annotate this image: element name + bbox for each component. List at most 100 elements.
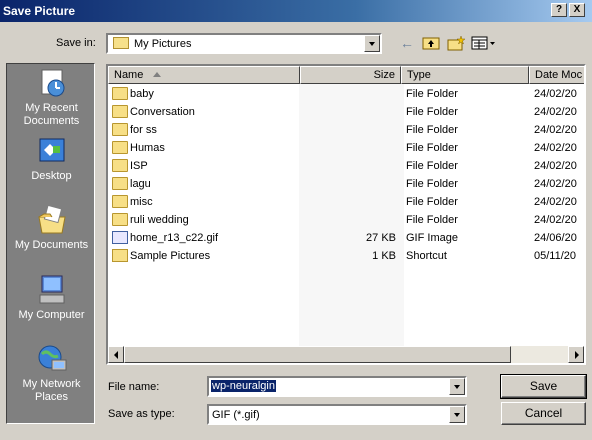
file-date-cell: 24/06/20 xyxy=(534,232,577,244)
back-arrow-icon[interactable]: ← xyxy=(397,35,417,51)
place-my-network-places[interactable]: My Network Places xyxy=(7,344,96,404)
file-name-cell: baby xyxy=(130,88,154,100)
file-date-cell: 24/02/20 xyxy=(534,124,577,136)
my-documents-icon xyxy=(36,204,68,235)
file-row[interactable]: Humas File Folder 24/02/20 xyxy=(108,139,584,157)
place-label: Desktop xyxy=(31,170,72,182)
horizontal-scrollbar[interactable] xyxy=(108,346,584,363)
file-size-cell: 1 KB xyxy=(372,250,396,262)
recent-documents-icon xyxy=(36,68,68,98)
file-date-cell: 24/02/20 xyxy=(534,196,577,208)
file-name-cell: for ss xyxy=(130,124,157,136)
my-pictures-folder-icon xyxy=(113,37,129,49)
file-type-cell: File Folder xyxy=(406,160,458,172)
up-folder-icon[interactable] xyxy=(421,35,441,51)
file-name-cell: misc xyxy=(130,196,153,208)
scrollbar-thumb[interactable] xyxy=(124,346,511,363)
file-name-cell: Sample Pictures xyxy=(130,250,211,262)
desktop-icon xyxy=(36,136,68,166)
file-row[interactable]: Conversation File Folder 24/02/20 xyxy=(108,103,584,121)
place-label: My Network Places xyxy=(22,378,81,403)
file-type-cell: File Folder xyxy=(406,106,458,118)
file-row[interactable]: lagu File Folder 24/02/20 xyxy=(108,175,584,193)
gif-file-icon xyxy=(112,231,128,244)
file-row[interactable]: misc File Folder 24/02/20 xyxy=(108,193,584,211)
column-header-size[interactable]: Size xyxy=(300,66,401,84)
file-name-input[interactable]: wp-neuralgin xyxy=(207,376,467,397)
file-row[interactable]: baby File Folder 24/02/20 xyxy=(108,85,584,103)
file-date-cell: 24/02/20 xyxy=(534,88,577,100)
save-in-label: Save in: xyxy=(56,37,96,49)
place-label: My Computer xyxy=(18,309,85,321)
file-date-cell: 24/02/20 xyxy=(534,106,577,118)
folder-icon xyxy=(112,213,128,226)
places-bar: My Recent Documents Desktop My Documents… xyxy=(6,63,95,424)
title-bar: Save Picture ? X xyxy=(0,0,592,22)
file-date-cell: 24/02/20 xyxy=(534,160,577,172)
my-computer-icon xyxy=(36,275,68,305)
file-name-value: wp-neuralgin xyxy=(211,380,276,392)
folder-icon xyxy=(112,87,128,100)
column-name-label: Name xyxy=(114,69,144,81)
folder-icon xyxy=(112,123,128,136)
save-in-dropdown[interactable]: My Pictures xyxy=(106,33,382,54)
file-name-cell: home_r13_c22.gif xyxy=(130,232,219,244)
file-row[interactable]: home_r13_c22.gif 27 KB GIF Image 24/06/20 xyxy=(108,229,584,247)
file-row[interactable]: ISP File Folder 24/02/20 xyxy=(108,157,584,175)
file-date-cell: 24/02/20 xyxy=(534,214,577,226)
save-as-type-label: Save as type: xyxy=(108,408,175,420)
shortcut-icon xyxy=(112,249,128,262)
help-button[interactable]: ? xyxy=(551,3,567,17)
file-type-cell: File Folder xyxy=(406,124,458,136)
file-name-label: File name: xyxy=(108,381,160,393)
cancel-button[interactable]: Cancel xyxy=(501,402,586,425)
save-in-value: My Pictures xyxy=(134,38,192,50)
file-list[interactable]: Name Size Type Date Moc baby File Folder 2… xyxy=(106,64,586,365)
save-button[interactable]: Save xyxy=(500,374,587,399)
place-my-documents[interactable]: My Documents xyxy=(7,204,96,251)
save-as-type-dropdown[interactable]: GIF (*.gif) xyxy=(207,404,467,425)
file-type-cell: File Folder xyxy=(406,214,458,226)
views-menu-icon[interactable] xyxy=(471,35,497,51)
new-folder-icon[interactable] xyxy=(446,35,466,51)
sort-ascending-icon xyxy=(153,72,161,77)
place-label: My Recent Documents xyxy=(23,102,80,127)
network-places-icon xyxy=(36,344,68,374)
folder-icon xyxy=(112,141,128,154)
column-header-date[interactable]: Date Moc xyxy=(529,66,584,84)
save-as-type-value: GIF (*.gif) xyxy=(212,409,260,421)
file-name-cell: ISP xyxy=(130,160,148,172)
window-title: Save Picture xyxy=(3,4,76,18)
place-desktop[interactable]: Desktop xyxy=(7,136,96,182)
file-date-cell: 05/11/20 xyxy=(534,250,577,262)
file-type-cell: File Folder xyxy=(406,196,458,208)
file-row[interactable]: Sample Pictures 1 KB Shortcut 05/11/20 xyxy=(108,247,584,265)
file-type-cell: GIF Image xyxy=(406,232,458,244)
file-type-cell: File Folder xyxy=(406,178,458,190)
column-header-type[interactable]: Type xyxy=(401,66,529,84)
place-my-computer[interactable]: My Computer xyxy=(7,275,96,321)
file-type-cell: File Folder xyxy=(406,142,458,154)
save-in-dropdown-arrow[interactable] xyxy=(364,35,380,52)
file-name-dropdown-arrow[interactable] xyxy=(449,378,465,395)
scroll-right-button[interactable] xyxy=(568,346,584,363)
folder-icon xyxy=(112,105,128,118)
file-name-cell: ruli wedding xyxy=(130,214,189,226)
column-header-name[interactable]: Name xyxy=(108,66,300,84)
file-row[interactable]: ruli wedding File Folder 24/02/20 xyxy=(108,211,584,229)
file-type-cell: File Folder xyxy=(406,88,458,100)
scroll-left-button[interactable] xyxy=(108,346,124,363)
file-row[interactable]: for ss File Folder 24/02/20 xyxy=(108,121,584,139)
file-size-cell: 27 KB xyxy=(366,232,396,244)
save-as-type-dropdown-arrow[interactable] xyxy=(449,406,465,423)
place-label: My Documents xyxy=(14,239,89,251)
folder-icon xyxy=(112,195,128,208)
file-name-cell: Conversation xyxy=(130,106,195,118)
folder-icon xyxy=(112,159,128,172)
close-button[interactable]: X xyxy=(569,3,585,17)
folder-icon xyxy=(112,177,128,190)
file-type-cell: Shortcut xyxy=(406,250,447,262)
file-name-cell: Humas xyxy=(130,142,165,154)
place-my-recent-documents[interactable]: My Recent Documents xyxy=(7,68,96,128)
file-name-cell: lagu xyxy=(130,178,151,190)
